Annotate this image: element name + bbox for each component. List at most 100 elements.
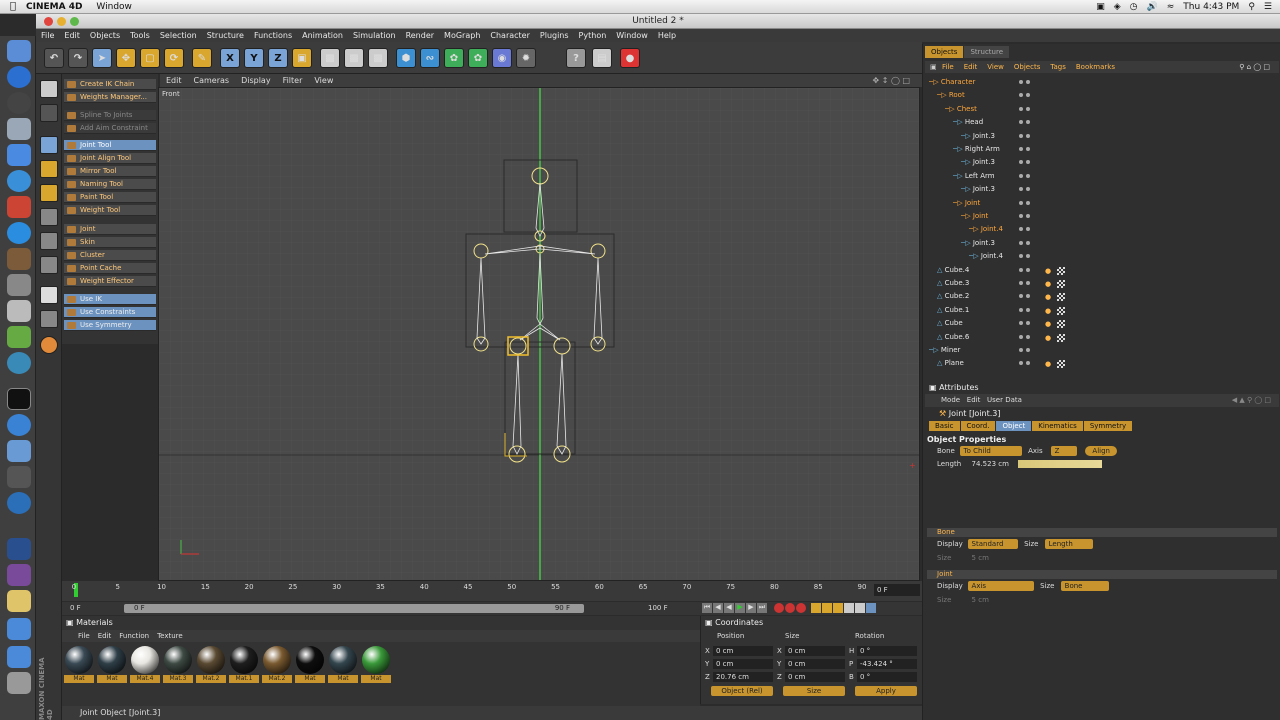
editor-visibility-dot[interactable] <box>1019 93 1023 98</box>
object-tree-row[interactable]: △ Plane ● <box>923 357 1280 370</box>
attr-tab-basic[interactable]: Basic <box>929 421 960 431</box>
editor-visibility-dot[interactable] <box>1019 80 1023 84</box>
render-visibility-dot[interactable] <box>1026 267 1030 272</box>
texture-tag-icon[interactable] <box>1057 360 1065 369</box>
character-menu-item[interactable]: Use Symmetry <box>64 320 156 331</box>
select-tool-icon[interactable]: ➤ <box>92 48 112 68</box>
attr-menu-mode[interactable]: Mode <box>941 396 960 404</box>
snap-icon[interactable] <box>40 310 58 328</box>
rotation-key-icon[interactable] <box>833 603 843 613</box>
premiere-elements-icon[interactable] <box>7 564 31 586</box>
phong-tag-icon[interactable]: ● <box>1045 293 1053 301</box>
material-swatch[interactable]: Mat.2 <box>196 646 226 684</box>
finder2-icon[interactable] <box>7 440 31 462</box>
character-menu-item[interactable]: Spline To Joints <box>64 110 156 121</box>
attr-tab-object[interactable]: Object <box>996 421 1032 431</box>
app-menu[interactable]: CINEMA 4D <box>26 2 82 12</box>
camera-icon[interactable]: ▣ <box>1096 2 1105 12</box>
current-frame-field[interactable]: 0 F <box>874 584 920 596</box>
om-menu-bookmarks[interactable]: Bookmarks <box>1071 63 1120 71</box>
object-tree-row[interactable]: ─▷ Root <box>923 89 1280 102</box>
visibility-dots[interactable] <box>1019 344 1033 357</box>
camera-app-icon[interactable] <box>7 466 31 488</box>
length-field[interactable]: 74.523 cm <box>968 459 1016 469</box>
record-icon[interactable]: ● <box>620 48 640 68</box>
render-visibility-dot[interactable] <box>1026 361 1030 366</box>
materials-menu-texture[interactable]: Texture <box>157 632 183 640</box>
object-tree-row[interactable]: ─▷ Joint.3 <box>923 130 1280 143</box>
keyframe-selection-icon[interactable] <box>796 603 806 613</box>
visibility-dots[interactable] <box>1019 331 1033 344</box>
render-view-icon[interactable]: ▩ <box>320 48 340 68</box>
texture-tag-icon[interactable] <box>1057 306 1065 315</box>
iphoto-icon[interactable] <box>7 248 31 270</box>
object-tree-row[interactable]: ─▷ Miner <box>923 344 1280 357</box>
editor-visibility-dot[interactable] <box>1019 321 1023 326</box>
om-menu-tags[interactable]: Tags <box>1045 63 1071 71</box>
editor-visibility-dot[interactable] <box>1019 240 1023 245</box>
render-visibility-dot[interactable] <box>1026 147 1030 151</box>
joint-section-header[interactable]: Joint <box>927 570 1277 579</box>
object-tree-row[interactable]: ─▷ Joint.3 <box>923 183 1280 196</box>
minimize-window-icon[interactable] <box>57 17 66 26</box>
close-window-icon[interactable] <box>44 17 53 26</box>
viewport-menu-display[interactable]: Display <box>235 76 277 85</box>
editor-visibility-dot[interactable] <box>1019 120 1023 125</box>
object-tree-row[interactable]: △ Cube ● <box>923 317 1280 330</box>
material-swatch[interactable]: Mat.4 <box>130 646 160 684</box>
editor-visibility-dot[interactable] <box>1019 147 1023 151</box>
uv-polygons-icon[interactable] <box>40 256 58 274</box>
go-to-end-icon[interactable]: ⏭ <box>757 603 767 613</box>
scale-tool-icon[interactable]: ▢ <box>140 48 160 68</box>
texture-tag-icon[interactable] <box>1057 333 1065 342</box>
material-swatch[interactable]: Mat.1 <box>229 646 259 684</box>
object-tree-row[interactable]: ─▷ Joint.3 <box>923 156 1280 169</box>
editor-visibility-dot[interactable] <box>1019 334 1023 339</box>
character-menu-item[interactable]: Create IK Chain <box>64 79 156 90</box>
render-visibility-dot[interactable] <box>1026 227 1030 232</box>
autokey-icon[interactable] <box>785 603 795 613</box>
redo-icon[interactable]: ↷ <box>68 48 88 68</box>
visibility-dots[interactable] <box>1019 197 1033 210</box>
spline-icon[interactable]: ∾ <box>420 48 440 68</box>
length-slider[interactable] <box>1018 459 1103 468</box>
position-field[interactable]: 0 cm <box>713 659 773 669</box>
material-swatch[interactable]: Mat <box>361 646 391 684</box>
object-tree-row[interactable]: ─▷ Left Arm <box>923 170 1280 183</box>
materials-menu-file[interactable]: File <box>78 632 90 640</box>
editor-visibility-dot[interactable] <box>1019 160 1023 165</box>
render-visibility-dot[interactable] <box>1026 160 1030 165</box>
character-menu-item[interactable]: Skin <box>64 237 156 248</box>
itunes-icon[interactable] <box>7 222 31 244</box>
apply-button[interactable]: Apply <box>855 686 917 696</box>
material-swatch[interactable]: Mat.3 <box>163 646 193 684</box>
position-field[interactable]: 0 cm <box>713 646 773 656</box>
object-tree-row[interactable]: △ Cube.1 ● <box>923 304 1280 317</box>
param-key-icon[interactable] <box>844 603 854 613</box>
undo-icon[interactable]: ↶ <box>44 48 64 68</box>
editor-visibility-dot[interactable] <box>1019 106 1023 111</box>
visibility-dots[interactable] <box>1019 277 1033 290</box>
timeline-ruler[interactable]: 0 5 10 15 20 25 30 35 40 45 50 55 60 65 70 75 80 85 90 0 F <box>62 581 922 601</box>
network-icon[interactable] <box>7 414 31 436</box>
layout-icon[interactable]: ▤ <box>592 48 612 68</box>
uv-mode-icon[interactable] <box>40 208 58 226</box>
om-search-icons[interactable]: ⚲ ⌂ ◯ □ <box>1234 63 1275 71</box>
om-menu-edit[interactable]: Edit <box>959 63 983 71</box>
character-menu-item[interactable]: Joint Align Tool <box>64 153 156 164</box>
object-mode-icon[interactable] <box>40 104 58 122</box>
safari-icon[interactable] <box>7 66 31 88</box>
render-visibility-dot[interactable] <box>1026 281 1030 285</box>
move-tool-icon[interactable]: ✥ <box>116 48 136 68</box>
editor-visibility-dot[interactable] <box>1019 307 1023 312</box>
volume-icon[interactable]: 🔊 <box>1147 2 1158 12</box>
z-axis-lock[interactable]: Z <box>268 48 288 68</box>
editor-visibility-dot[interactable] <box>1019 281 1023 285</box>
menu-simulation[interactable]: Simulation <box>348 31 401 40</box>
deformer-icon[interactable]: ◉ <box>492 48 512 68</box>
render-visibility-dot[interactable] <box>1026 321 1030 326</box>
render-visibility-dot[interactable] <box>1026 307 1030 312</box>
joint-tool-icon[interactable]: ✎ <box>192 48 212 68</box>
menu-python[interactable]: Python <box>574 31 612 40</box>
finder-icon[interactable] <box>7 40 31 62</box>
